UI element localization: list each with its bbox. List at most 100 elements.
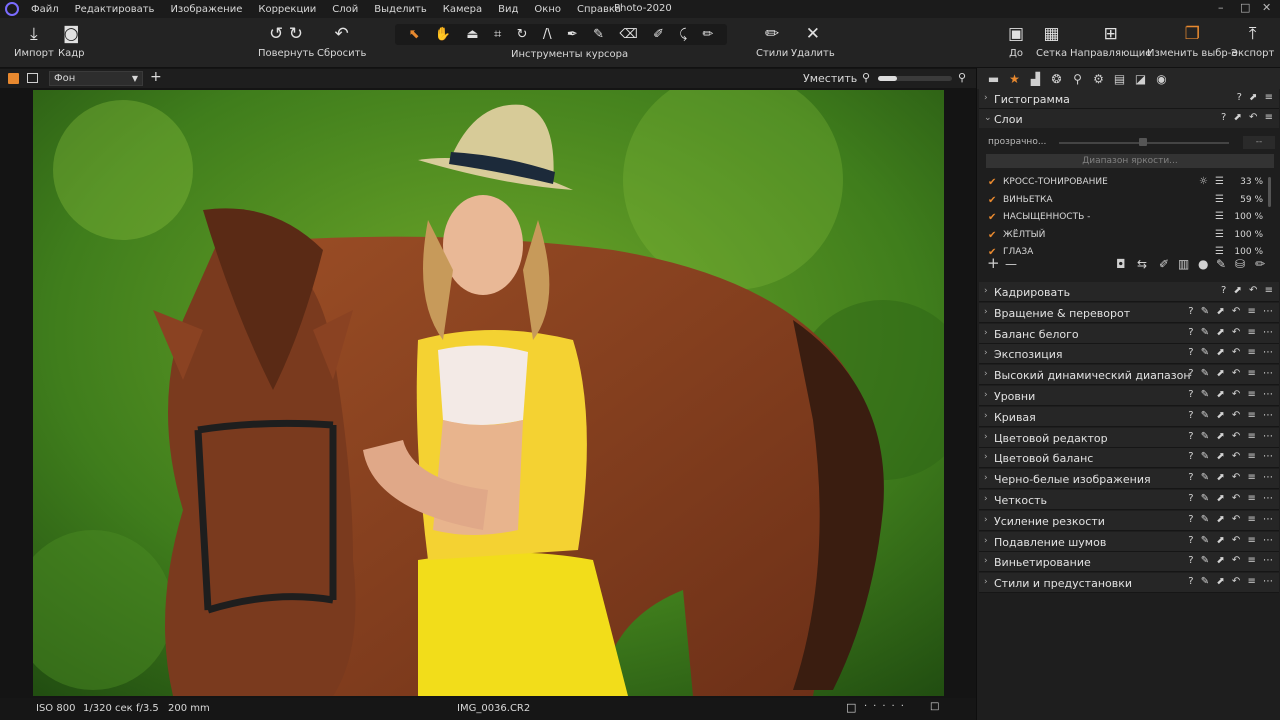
section-tools-icon[interactable]: ? ✎ ⬈ ↶ ≡ ⋯ bbox=[1188, 368, 1275, 379]
frame-icon[interactable]: □ bbox=[846, 701, 856, 714]
edit-selection-button[interactable]: ❐ Изменить выбр-е bbox=[1147, 24, 1238, 59]
layer-enabled-checkbox[interactable]: ✔ bbox=[988, 230, 996, 241]
metadata-icon[interactable]: ▤ bbox=[1109, 72, 1130, 86]
fit-label[interactable]: Уместить bbox=[803, 72, 857, 85]
folder-icon[interactable]: ▬ bbox=[983, 72, 1004, 86]
section-2[interactable]: › Вращение & переворот ? ✎ ⬈ ↶ ≡ ⋯ bbox=[979, 302, 1279, 323]
import-button[interactable]: ⤓ Импорт bbox=[14, 24, 54, 59]
section-5[interactable]: › Высокий динамический диапазон? ✎ ⬈ ↶ ≡ … bbox=[979, 365, 1279, 386]
section-8[interactable]: › Цветовой редактор ? ✎ ⬈ ↶ ≡ ⋯ bbox=[979, 427, 1279, 448]
color-tab-icon[interactable]: ❂ bbox=[1046, 72, 1067, 86]
remove-layer-icon[interactable]: — bbox=[1005, 257, 1017, 271]
layer-row[interactable]: ✔ КРОСС-ТОНИРОВАНИЕ ☰ 33 % ☼ bbox=[979, 175, 1269, 193]
multi-view-icon[interactable] bbox=[8, 73, 19, 84]
section-tools-icon[interactable]: ? ✎ ⬈ ↶ ≡ ⋯ bbox=[1188, 555, 1275, 566]
reset-button[interactable]: ↶ Сбросить bbox=[317, 24, 366, 59]
export-button[interactable]: ⤒ Экспорт bbox=[1231, 24, 1274, 59]
section-13[interactable]: › Подавление шумов ? ✎ ⬈ ↶ ≡ ⋯ bbox=[979, 531, 1279, 552]
menu-file[interactable]: Файл bbox=[31, 4, 59, 15]
gradient-mask-icon[interactable]: ✐ bbox=[653, 27, 664, 42]
section-tools-icon[interactable]: ? ✎ ⬈ ↶ ≡ ⋯ bbox=[1188, 431, 1275, 442]
before-button[interactable]: ▣ До bbox=[1008, 24, 1024, 59]
rotate-tool-icon[interactable]: ↻ bbox=[517, 27, 528, 42]
close-window-button[interactable]: ✕ bbox=[1262, 1, 1271, 14]
frame-end-icon[interactable]: □ bbox=[930, 701, 939, 712]
section-histogram[interactable]: › Гистограмма ? ⬈ ≡ bbox=[979, 89, 1279, 109]
maximize-button[interactable]: □ bbox=[1240, 1, 1250, 14]
grid-button[interactable]: ▦ Сетка bbox=[1036, 24, 1067, 59]
section-tools-icon[interactable]: ? ⬈ ↶ ≡ bbox=[1221, 112, 1275, 123]
menu-layer[interactable]: Слой bbox=[332, 4, 358, 15]
layer-settings-icon[interactable]: ☰ bbox=[1215, 246, 1224, 255]
dots-icon[interactable]: ····· bbox=[864, 701, 910, 712]
zoom-out-icon[interactable]: ⚲ bbox=[862, 71, 870, 84]
section-tools-icon[interactable]: ? ✎ ⬈ ↶ ≡ ⋯ bbox=[1188, 306, 1275, 317]
section-tools-icon[interactable]: ? ✎ ⬈ ↶ ≡ ⋯ bbox=[1188, 347, 1275, 358]
menu-image[interactable]: Изображение bbox=[170, 4, 242, 15]
adjustments-icon[interactable]: ◪ bbox=[1130, 72, 1151, 86]
section-7[interactable]: › Кривая ? ✎ ⬈ ↶ ≡ ⋯ bbox=[979, 406, 1279, 427]
histogram-tab-icon[interactable]: ▟ bbox=[1025, 72, 1046, 86]
layer-settings-icon[interactable]: ☰ bbox=[1215, 211, 1224, 222]
single-view-icon[interactable] bbox=[27, 73, 38, 83]
menu-camera[interactable]: Камера bbox=[443, 4, 482, 15]
section-12[interactable]: › Усиление резкости ? ✎ ⬈ ↶ ≡ ⋯ bbox=[979, 510, 1279, 531]
brightness-range-button[interactable]: Диапазон яркости... bbox=[986, 154, 1274, 168]
layer-row[interactable]: ✔ НАСЫЩЕННОСТЬ - ☰ 100 % bbox=[979, 210, 1269, 228]
draw-mask-icon[interactable]: ✐ bbox=[1159, 257, 1169, 271]
guides-button[interactable]: ⊞ Направляющие bbox=[1070, 24, 1151, 59]
keystone-icon[interactable]: /\ bbox=[543, 27, 552, 42]
zoom-in-icon[interactable]: ⚲ bbox=[958, 71, 966, 84]
layer-row[interactable]: ✔ ВИНЬЕТКА ☰ 59 % bbox=[979, 193, 1269, 211]
section-tools-icon[interactable]: ? ✎ ⬈ ↶ ≡ ⋯ bbox=[1188, 389, 1275, 400]
layer-settings-icon[interactable]: ☰ bbox=[1215, 229, 1224, 240]
layer-enabled-checkbox[interactable]: ✔ bbox=[988, 195, 996, 206]
section-14[interactable]: › Виньетирование ? ✎ ⬈ ↶ ≡ ⋯ bbox=[979, 552, 1279, 573]
section-tools-icon[interactable]: ? ✎ ⬈ ↶ ≡ ⋯ bbox=[1188, 451, 1275, 462]
layers-scrollbar[interactable] bbox=[1268, 177, 1271, 207]
mask-view-icon[interactable]: ◘ bbox=[1116, 257, 1126, 271]
add-layer-icon[interactable]: + bbox=[987, 254, 1000, 272]
layer-row[interactable]: ✔ ГЛАЗА ☰ 100 % bbox=[979, 245, 1269, 255]
menu-edit[interactable]: Редактировать bbox=[75, 4, 155, 15]
layer-row[interactable]: ✔ ЖЁЛТЫЙ ☰ 100 % bbox=[979, 228, 1269, 246]
brush-mask-icon[interactable]: ✎ bbox=[1216, 257, 1226, 271]
layer-enabled-checkbox[interactable]: ✔ bbox=[988, 177, 996, 188]
section-tools-icon[interactable]: ? ⬈ ↶ ≡ bbox=[1221, 285, 1275, 296]
gear-icon[interactable]: ⚙ bbox=[1088, 72, 1109, 86]
pan-hand-icon[interactable]: ✋ bbox=[435, 27, 451, 42]
section-9[interactable]: › Цветовой баланс ? ✎ ⬈ ↶ ≡ ⋯ bbox=[979, 448, 1279, 469]
section-4[interactable]: › Экспозиция ? ✎ ⬈ ↶ ≡ ⋯ bbox=[979, 344, 1279, 365]
brush-icon[interactable]: ✎ bbox=[593, 27, 604, 42]
section-tools-icon[interactable]: ? ✎ ⬈ ↶ ≡ ⋯ bbox=[1188, 535, 1275, 546]
layer-enabled-checkbox[interactable]: ✔ bbox=[988, 212, 996, 223]
capture-button[interactable]: ◙ Кадр bbox=[58, 24, 85, 59]
erase-mask-icon[interactable]: ✏ bbox=[1255, 257, 1265, 271]
zoom-slider[interactable] bbox=[878, 76, 952, 81]
crop-icon[interactable]: ⌗ bbox=[494, 27, 501, 42]
styles-button[interactable]: ✏ Стили bbox=[756, 24, 788, 59]
section-tools-icon[interactable]: ? ⬈ ≡ bbox=[1237, 92, 1275, 103]
section-10[interactable]: › Черно-белые изображения ? ✎ ⬈ ↶ ≡ ⋯ bbox=[979, 469, 1279, 490]
menu-view[interactable]: Вид bbox=[498, 4, 518, 15]
section-tools-icon[interactable]: ? ✎ ⬈ ↶ ≡ ⋯ bbox=[1188, 410, 1275, 421]
section-tools-icon[interactable]: ? ✎ ⬈ ↶ ≡ ⋯ bbox=[1188, 327, 1275, 338]
rotate-button[interactable]: ↺ ↻ Повернуть bbox=[258, 24, 314, 59]
radial-mask-icon[interactable]: ● bbox=[1198, 257, 1208, 271]
section-6[interactable]: › Уровни ? ✎ ⬈ ↶ ≡ ⋯ bbox=[979, 386, 1279, 406]
mask-swap-icon[interactable]: ⇆ bbox=[1137, 257, 1147, 271]
section-11[interactable]: › Четкость ? ✎ ⬈ ↶ ≡ ⋯ bbox=[979, 490, 1279, 510]
add-layer-icon[interactable]: + bbox=[150, 69, 162, 85]
delete-button[interactable]: ✕ Удалить bbox=[791, 24, 835, 59]
section-3[interactable]: › Баланс белого ? ✎ ⬈ ↶ ≡ ⋯ bbox=[979, 323, 1279, 344]
section-15[interactable]: › Стили и предустановки ? ✎ ⬈ ↶ ≡ ⋯ bbox=[979, 573, 1279, 594]
section-1[interactable]: › Кадрировать ? ⬈ ↶ ≡ bbox=[979, 282, 1279, 302]
minimize-button[interactable]: – bbox=[1218, 1, 1224, 14]
eraser-icon[interactable]: ⌫ bbox=[619, 27, 637, 42]
gradient-mask-icon[interactable]: ▥ bbox=[1178, 257, 1189, 271]
circle-icon[interactable]: ◉ bbox=[1151, 72, 1172, 86]
star-icon[interactable]: ★ bbox=[1004, 72, 1025, 86]
opacity-value[interactable]: -- bbox=[1243, 136, 1275, 149]
menu-select[interactable]: Выделить bbox=[374, 4, 426, 15]
section-tools-icon[interactable]: ? ✎ ⬈ ↶ ≡ ⋯ bbox=[1188, 493, 1275, 504]
